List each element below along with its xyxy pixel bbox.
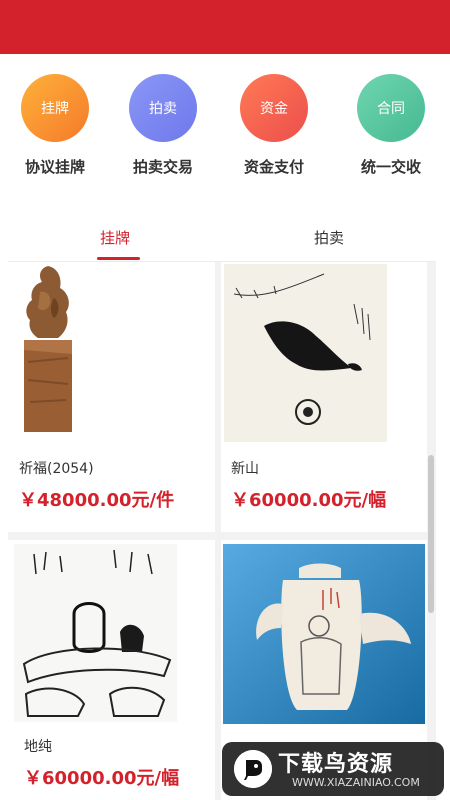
- tab-auction[interactable]: 拍卖: [222, 218, 436, 262]
- listing-caption: 协议挂牌: [24, 158, 85, 176]
- auction-caption: 拍卖交易: [132, 158, 193, 176]
- contract-circle-label: 合同: [377, 101, 405, 117]
- product-card[interactable]: 地纯 ￥60000.00元/幅: [8, 540, 215, 800]
- product-image-statue: [14, 262, 78, 436]
- product-price: ￥60000.00元/幅: [231, 490, 387, 511]
- listing-circle-label: 挂牌: [41, 101, 69, 117]
- quick-action-contract[interactable]: 合同 统一交收: [336, 74, 446, 177]
- product-title: 地纯: [24, 739, 52, 755]
- product-grid: 祈福(2054) ￥48000.00元/件 新山 ￥60000.00元/幅 地纯…: [8, 262, 436, 800]
- auction-circle-label: 拍卖: [149, 101, 177, 117]
- tab-bar: 挂牌 拍卖: [8, 218, 436, 262]
- watermark-badge: 下载鸟资源 WWW.XIAZAINIAO.COM: [222, 742, 444, 796]
- funds-caption: 资金支付: [243, 158, 304, 176]
- funds-circle-icon: 资金: [240, 74, 308, 142]
- quick-action-funds[interactable]: 资金 资金支付: [219, 74, 329, 177]
- contract-circle-icon: 合同: [357, 74, 425, 142]
- funds-circle-label: 资金: [260, 101, 288, 117]
- quick-action-auction[interactable]: 拍卖 拍卖交易: [108, 74, 218, 177]
- product-title: 新山: [231, 461, 259, 477]
- listing-circle-icon: 挂牌: [21, 74, 89, 142]
- bird-logo-icon: [234, 750, 272, 788]
- quick-actions: 挂牌 协议挂牌 拍卖 拍卖交易 资金 资金支付 合同 统一交收: [0, 54, 450, 204]
- product-card[interactable]: 新山 ￥60000.00元/幅: [221, 262, 427, 532]
- quick-action-listing[interactable]: 挂牌 协议挂牌: [0, 74, 110, 177]
- tab-active-indicator: [97, 257, 140, 260]
- scrollbar[interactable]: [428, 455, 434, 613]
- product-image-ink-drawing: [14, 544, 177, 722]
- watermark-title: 下载鸟资源: [278, 752, 394, 777]
- tab-listing[interactable]: 挂牌: [8, 218, 222, 262]
- product-price: ￥48000.00元/件: [19, 490, 175, 511]
- product-image-crow-painting: [224, 264, 387, 442]
- product-price: ￥60000.00元/幅: [24, 768, 180, 789]
- auction-circle-icon: 拍卖: [129, 74, 197, 142]
- product-title: 祈福(2054): [19, 461, 94, 477]
- watermark-url: WWW.XIAZAINIAO.COM: [292, 776, 420, 789]
- header-bar: [0, 0, 450, 54]
- product-card[interactable]: 祈福(2054) ￥48000.00元/件: [8, 262, 215, 532]
- contract-caption: 统一交收: [360, 158, 421, 176]
- product-image-teapot: [223, 544, 425, 724]
